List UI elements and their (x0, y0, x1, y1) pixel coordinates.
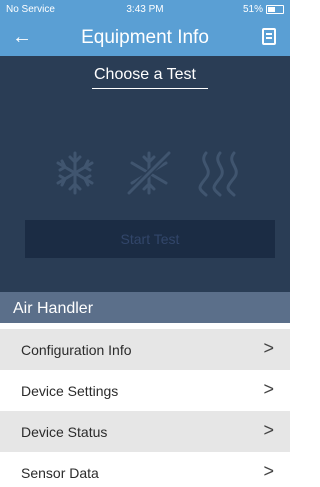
snowflake-icon[interactable] (50, 148, 100, 198)
nav-bar: ← Equipment Info (0, 20, 290, 56)
document-icon[interactable] (262, 28, 276, 45)
defrost-snowflake-icon[interactable] (124, 148, 174, 198)
status-bar: No Service 3:43 PM 51% (0, 0, 290, 20)
title-underline (92, 88, 208, 89)
menu-item-label: Sensor Data (21, 465, 99, 481)
chevron-right-icon: > (263, 461, 274, 481)
start-test-button[interactable]: Start Test (25, 220, 275, 258)
chevron-right-icon: > (263, 420, 274, 440)
page-title: Equipment Info (81, 27, 209, 48)
menu-item-device-settings[interactable]: Device Settings > (0, 370, 290, 411)
menu-item-device-status[interactable]: Device Status > (0, 411, 290, 452)
section-header-air-handler: Air Handler (0, 292, 290, 323)
menu-item-configuration-info[interactable]: Configuration Info > (0, 329, 290, 370)
section-title: Air Handler (13, 300, 94, 317)
choose-test-title: Choose a Test (94, 66, 196, 83)
battery-percent: 51% (242, 4, 263, 15)
menu-item-label: Device Status (21, 424, 108, 440)
test-panel: Choose a Test Start Test (0, 56, 290, 292)
menu-item-sensor-data[interactable]: Sensor Data > (0, 452, 290, 487)
status-icons: 51% (243, 4, 284, 15)
heat-waves-icon[interactable] (196, 148, 246, 198)
test-mode-icons (0, 148, 290, 198)
chevron-right-icon: > (263, 338, 274, 358)
chevron-right-icon: > (263, 379, 274, 399)
menu-item-label: Configuration Info (21, 342, 132, 358)
menu-item-label: Device Settings (21, 383, 119, 399)
battery-icon (266, 5, 284, 14)
